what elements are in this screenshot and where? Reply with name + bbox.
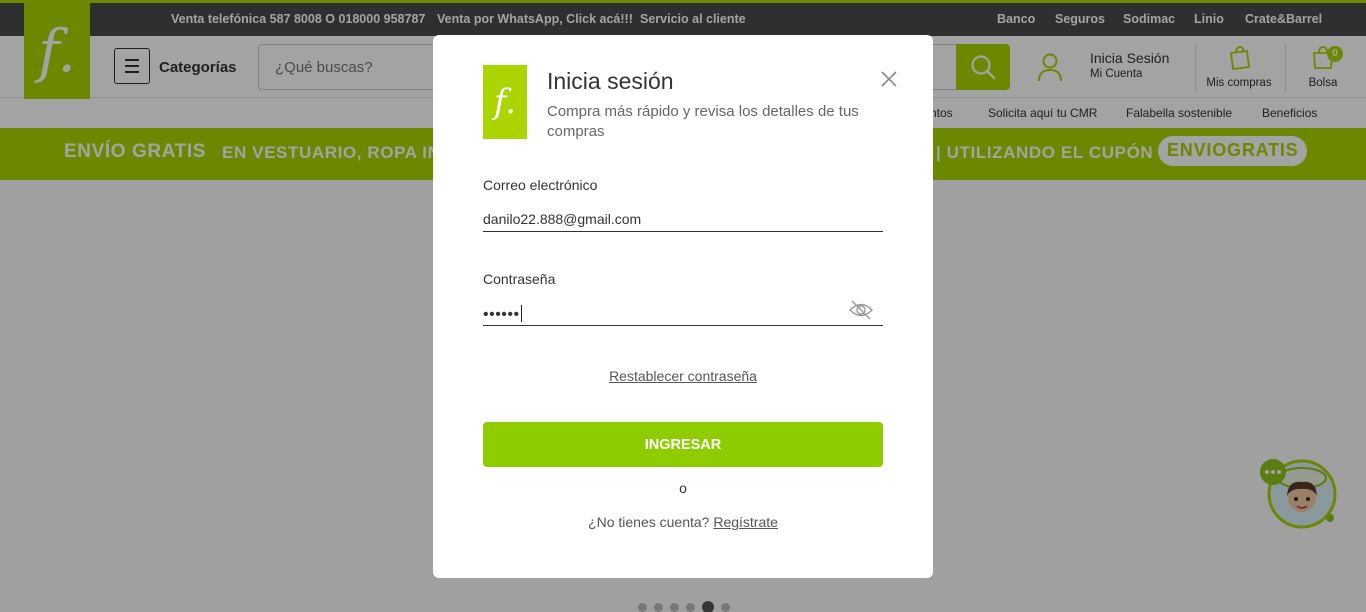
register-link[interactable]: Regístrate bbox=[713, 514, 778, 530]
password-mask: •••••• bbox=[483, 306, 520, 323]
no-account-label: ¿No tienes cuenta? bbox=[588, 514, 710, 530]
reset-password-link[interactable]: Restablecer contraseña bbox=[433, 368, 933, 384]
modal-logo: f. bbox=[483, 65, 527, 139]
modal-title: Inicia sesión bbox=[547, 68, 674, 94]
close-icon[interactable] bbox=[879, 69, 899, 89]
password-label: Contraseña bbox=[483, 271, 556, 287]
eye-off-icon[interactable] bbox=[848, 299, 874, 321]
login-submit-button[interactable]: INGRESAR bbox=[483, 422, 883, 467]
password-mask-wrapper: •••••• bbox=[483, 305, 522, 324]
email-field[interactable] bbox=[483, 206, 883, 232]
email-label: Correo electrónico bbox=[483, 177, 598, 193]
text-caret bbox=[520, 305, 522, 322]
modal-logo-glyph: f. bbox=[493, 82, 517, 122]
or-separator: o bbox=[679, 480, 687, 496]
password-field[interactable] bbox=[483, 300, 883, 326]
login-modal: f. Inicia sesión Compra más rápido y rev… bbox=[433, 35, 933, 578]
no-account-text: ¿No tienes cuenta? Regístrate bbox=[433, 514, 933, 530]
modal-subtitle: Compra más rápido y revisa los detalles … bbox=[547, 103, 859, 140]
